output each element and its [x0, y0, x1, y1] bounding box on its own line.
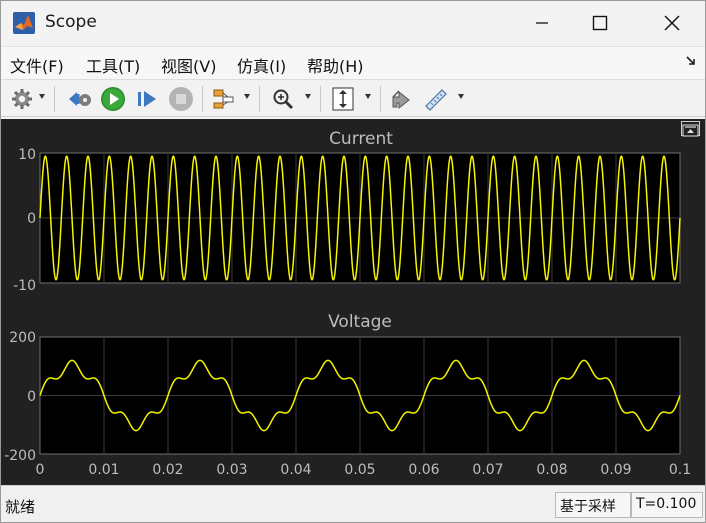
current-plot-title: Current	[329, 129, 393, 149]
toolbar	[1, 79, 705, 117]
sample-mode-indicator: 基于采样	[555, 492, 631, 518]
stop-icon	[169, 87, 193, 111]
minimize-icon	[536, 22, 548, 24]
x-tick-label: 0.06	[408, 462, 439, 478]
menu-bar: 文件(F) 工具(T) 视图(V) 仿真(I) 帮助(H)	[1, 46, 705, 79]
measure-dropdown-arrow[interactable]	[458, 94, 464, 99]
simulation-time-indicator: T=0.100	[631, 492, 703, 518]
maximize-button[interactable]	[575, 1, 625, 45]
run-icon	[101, 87, 125, 111]
autoscale-dropdown-arrow[interactable]	[365, 94, 371, 99]
measure-button[interactable]	[421, 85, 451, 113]
x-axis-tick-labels: 0 0.01 0.02 0.03 0.04 0.05 0.06 0.07 0.08 0.09 0.1	[36, 462, 692, 478]
x-tick-label: 0	[36, 462, 45, 478]
settings-gear-icon	[12, 89, 32, 109]
x-tick-label: 0.07	[472, 462, 503, 478]
restore-view-icon	[392, 90, 410, 110]
current-ytick-top: 10	[18, 147, 36, 163]
settings-button[interactable]	[9, 85, 35, 113]
zoom-icon	[273, 89, 294, 110]
voltage-ytick-mid: 0	[27, 389, 36, 405]
toolbar-separator	[202, 86, 203, 112]
autoscale-icon	[332, 87, 354, 111]
step-back-icon	[69, 92, 91, 106]
signal-highlight-button[interactable]	[209, 85, 239, 113]
x-tick-label: 0.08	[536, 462, 567, 478]
close-icon	[664, 15, 680, 31]
run-button[interactable]	[99, 85, 127, 113]
menu-tools[interactable]: 工具(T)	[86, 53, 140, 77]
toolbar-separator	[380, 86, 381, 112]
zoom-button[interactable]	[269, 85, 297, 113]
zoom-dropdown-arrow[interactable]	[305, 94, 311, 99]
settings-dropdown-arrow[interactable]	[39, 94, 45, 99]
window-title: Scope	[45, 12, 97, 32]
undock-arrow-icon[interactable]	[685, 55, 697, 67]
undock-plot-button[interactable]	[681, 121, 700, 137]
voltage-ytick-top: 200	[9, 330, 36, 346]
voltage-plot-title: Voltage	[328, 312, 392, 332]
undock-plot-icon	[682, 124, 699, 137]
measure-ruler-icon	[425, 89, 447, 111]
close-button[interactable]	[647, 1, 697, 45]
x-tick-label: 0.02	[152, 462, 183, 478]
current-ytick-bottom: -10	[13, 278, 36, 294]
toolbar-separator	[54, 86, 55, 112]
menu-help[interactable]: 帮助(H)	[307, 53, 364, 77]
status-text: 就绪	[5, 498, 36, 516]
maximize-icon	[592, 15, 608, 31]
status-bar: 就绪 基于采样 T=0.100	[1, 485, 705, 522]
plot-area: Current 10 0 -10 Voltage 200 0 -200 0 0.0…	[1, 119, 705, 485]
step-back-button[interactable]	[65, 85, 95, 113]
x-tick-label: 0.05	[344, 462, 375, 478]
menu-view[interactable]: 视图(V)	[161, 53, 216, 77]
step-forward-icon	[138, 91, 156, 107]
step-forward-button[interactable]	[133, 85, 161, 113]
menu-simulation[interactable]: 仿真(I)	[237, 53, 286, 77]
x-tick-label: 0.09	[600, 462, 631, 478]
minimize-button[interactable]	[517, 1, 567, 45]
stop-button[interactable]	[167, 85, 195, 113]
scope-window: Scope 文件(F) 工具(T) 视图(V) 仿真(I) 帮助(H) Curr…	[0, 0, 706, 523]
autoscale-button[interactable]	[329, 85, 357, 113]
x-tick-label: 0.1	[669, 462, 691, 478]
signal-highlight-icon	[213, 89, 234, 109]
current-ytick-mid: 0	[27, 211, 36, 227]
signal-dropdown-arrow[interactable]	[244, 94, 250, 99]
restore-view-button[interactable]	[387, 85, 415, 113]
x-tick-label: 0.03	[216, 462, 247, 478]
x-tick-label: 0.01	[88, 462, 119, 478]
matlab-logo-icon	[13, 12, 35, 34]
title-bar: Scope	[1, 1, 705, 45]
x-tick-label: 0.04	[280, 462, 311, 478]
toolbar-separator	[259, 86, 260, 112]
toolbar-separator	[320, 86, 321, 112]
menu-file[interactable]: 文件(F)	[10, 53, 64, 77]
voltage-ytick-bottom: -200	[4, 448, 36, 464]
plot-canvas: Current 10 0 -10 Voltage 200 0 -200 0 0.0…	[4, 129, 692, 478]
